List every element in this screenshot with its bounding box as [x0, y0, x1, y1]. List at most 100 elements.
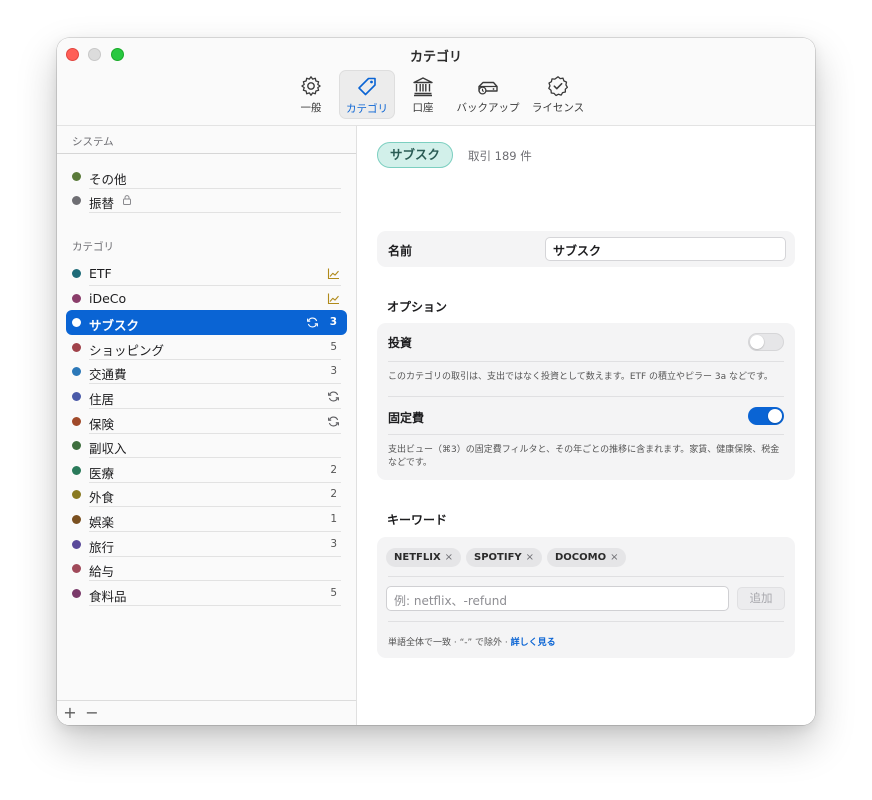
tag-icon	[358, 77, 376, 96]
divider	[388, 361, 784, 362]
keyword-label: DOCOMO	[555, 552, 607, 563]
tab-backup-label: バックアップ	[456, 102, 520, 114]
window-title: カテゴリ	[409, 50, 462, 65]
remove-category-button[interactable]: −	[83, 703, 101, 722]
sidebar-item-category[interactable]: 娯楽 1	[66, 507, 347, 532]
sidebar-item-label: iDeCo	[89, 290, 127, 306]
gear-icon	[301, 76, 321, 96]
bank-icon	[413, 77, 433, 97]
name-card: 名前 サブスク	[377, 231, 795, 267]
chart-icon	[327, 268, 339, 280]
divider	[388, 576, 784, 577]
color-dot	[72, 515, 81, 524]
sidebar-item-label: 副収入	[89, 441, 127, 457]
transaction-count-badge: 2	[330, 463, 337, 476]
chip-remove-icon[interactable]: ×	[610, 552, 618, 563]
chip-remove-icon[interactable]: ×	[445, 552, 453, 563]
sidebar-item-category[interactable]: ショッピング 5	[66, 335, 347, 360]
chart-icon	[327, 293, 339, 304]
color-dot	[72, 465, 81, 475]
keyword-chip[interactable]: DOCOMO ×	[547, 548, 627, 567]
backup-drive-icon	[478, 81, 498, 95]
sidebar-item-category[interactable]: ETF	[66, 261, 347, 286]
color-dot	[72, 196, 81, 205]
sidebar-item-label: 旅行	[89, 539, 115, 555]
options-heading: オプション	[387, 300, 448, 314]
color-dot	[72, 416, 81, 426]
category-detail: サブスク 取引 189 件 名前 サブスク オプション 投資 このカテゴリの取引…	[357, 126, 815, 725]
divider	[89, 604, 341, 606]
color-dot	[72, 441, 81, 451]
fixed-cost-description: 支出ビュー（⌘3）の固定費フィルタと、その年ごとの推移に含まれます。家賃、健康保…	[388, 445, 780, 468]
sidebar-item-label: その他	[89, 172, 127, 187]
color-dot	[72, 588, 81, 598]
sidebar-item-label: ショッピング	[89, 342, 165, 358]
recurring-icon	[328, 391, 339, 402]
tab-license-label: ライセンス	[531, 102, 585, 114]
recurring-icon	[328, 416, 339, 427]
tab-accounts[interactable]: 口座	[401, 70, 445, 119]
sidebar-item-label: 住居	[89, 392, 115, 407]
tab-accounts-label: 口座	[412, 102, 434, 114]
keyword-chip[interactable]: NETFLIX ×	[386, 548, 462, 567]
sidebar-item-transfer[interactable]: 振替	[66, 188, 347, 213]
toggle-knob	[750, 335, 764, 349]
sidebar-footer: + −	[57, 700, 356, 725]
tab-categories-label: カテゴリ	[346, 103, 388, 115]
sidebar-item-label: サブスク	[89, 318, 140, 334]
transaction-count-badge: 5	[330, 340, 337, 353]
category-section-title: カテゴリ	[72, 241, 114, 253]
sidebar-item-label: 給与	[89, 564, 115, 580]
recurring-icon	[307, 317, 318, 328]
add-category-button[interactable]: +	[61, 703, 79, 722]
sidebar-item-category[interactable]: 住居	[66, 384, 347, 409]
keyword-hint: 単語全体で一致 · “-” で除外 · 詳しく見る	[388, 635, 556, 648]
divider	[388, 396, 784, 397]
sidebar-item-label: ETF	[89, 266, 112, 281]
sidebar-item-category[interactable]: 旅行 3	[66, 532, 347, 557]
toolbar-tabs: 一般 カテゴリ 口座 バックアップ ライセンス	[57, 70, 815, 120]
tab-general[interactable]: 一般	[289, 70, 333, 119]
titlebar: カテゴリ 一般 カテゴリ 口座 バックアップ ライセンス	[57, 38, 815, 126]
transaction-count-badge: 2	[330, 488, 337, 501]
sidebar-item-category[interactable]: 保険	[66, 409, 347, 434]
sidebar-item-category[interactable]: 食料品 5	[66, 581, 347, 606]
color-dot	[72, 539, 81, 549]
add-keyword-button[interactable]: 追加	[737, 587, 785, 610]
color-dot	[72, 367, 81, 377]
sidebar-item-category[interactable]: 医療 2	[66, 458, 347, 483]
divider	[388, 434, 784, 435]
name-field[interactable]: サブスク	[545, 237, 786, 261]
sidebar-item-category[interactable]: 交通費 3	[66, 359, 347, 385]
options-card: 投資 このカテゴリの取引は、支出ではなく投資として数えます。ETF の積立やピラ…	[377, 323, 795, 480]
tab-license[interactable]: ライセンス	[529, 70, 587, 119]
tab-backup[interactable]: バックアップ	[453, 70, 523, 119]
sidebar-item-category[interactable]: 給与	[66, 556, 347, 582]
transaction-count-badge: 3	[329, 316, 337, 329]
divider	[89, 212, 341, 213]
sidebar-item-other[interactable]: その他	[66, 164, 347, 189]
color-dot	[72, 293, 81, 303]
keyword-input[interactable]: 例: netflix、-refund	[386, 586, 729, 611]
sidebar-item-category[interactable]: 外食 2	[66, 482, 347, 508]
sidebar-item-category[interactable]: iDeCo	[66, 286, 347, 311]
learn-more-link[interactable]: 詳しく見る	[511, 638, 556, 648]
color-dot	[72, 342, 81, 352]
divider	[57, 153, 356, 154]
color-dot	[72, 172, 81, 181]
fixed-cost-toggle[interactable]	[748, 407, 784, 425]
sidebar-item-label: 交通費	[89, 367, 127, 383]
lock-icon	[123, 195, 131, 205]
sidebar: システム その他 振替 カテゴリ ETF iDeCo サブスク 3 ショッピング 5 交通費…	[57, 126, 357, 725]
investment-toggle[interactable]	[748, 333, 784, 351]
color-dot	[72, 392, 81, 401]
sidebar-item-label: 娯楽	[89, 515, 115, 530]
keywords-heading: キーワード	[387, 513, 448, 527]
sidebar-item-category[interactable]: 副収入	[66, 433, 347, 459]
sidebar-item-label: 食料品	[89, 588, 127, 604]
chip-remove-icon[interactable]: ×	[526, 552, 534, 563]
tab-categories[interactable]: カテゴリ	[339, 70, 395, 119]
sidebar-item-category[interactable]: サブスク 3	[66, 310, 347, 336]
transaction-count: 取引 189 件	[468, 149, 532, 163]
keyword-chip[interactable]: SPOTIFY ×	[466, 548, 543, 567]
